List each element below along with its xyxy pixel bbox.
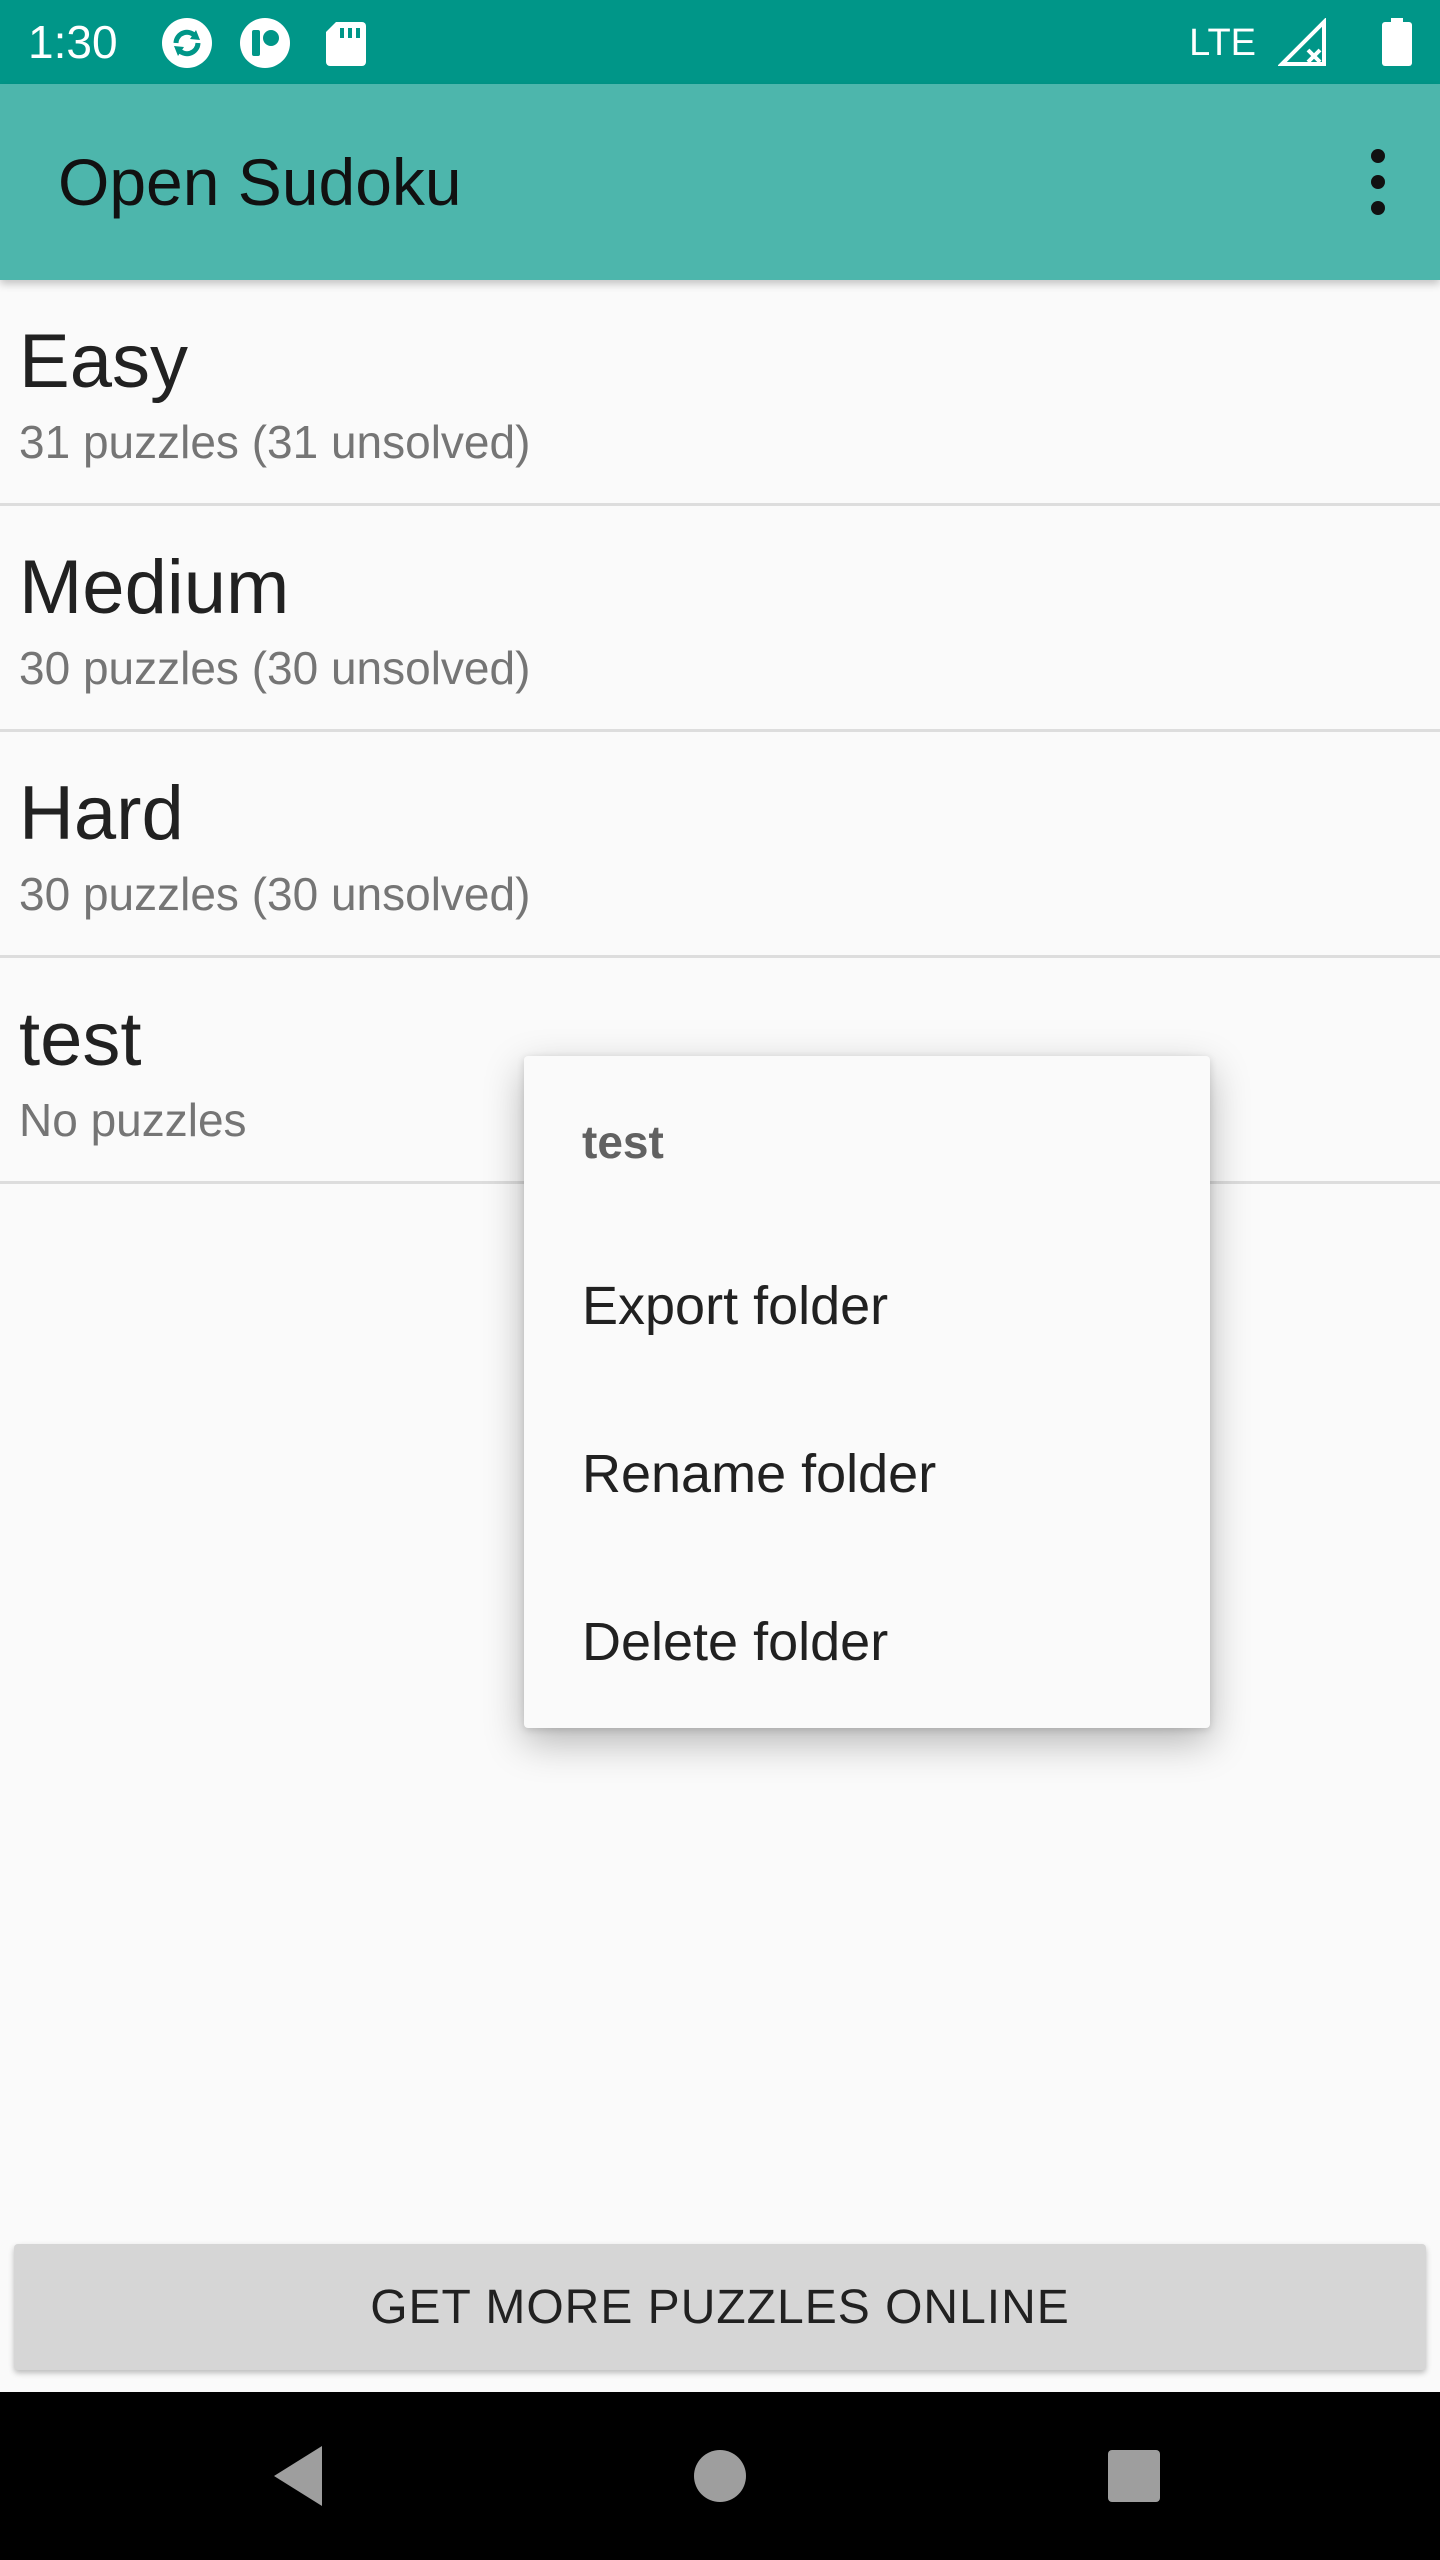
app-notification-icon	[240, 18, 290, 68]
recents-icon[interactable]	[1094, 2436, 1174, 2516]
sync-icon	[162, 18, 212, 68]
folder-name: test	[19, 997, 142, 1082]
folder-item-hard[interactable]: Hard 30 puzzles (30 unsolved)	[0, 732, 1440, 958]
more-vert-icon[interactable]	[1346, 146, 1410, 218]
folder-item-easy[interactable]: Easy 31 puzzles (31 unsolved)	[0, 280, 1440, 506]
delete-folder-menu-item[interactable]: Delete folder	[524, 1560, 1210, 1728]
folder-info: 31 puzzles (31 unsolved)	[19, 416, 531, 468]
folder-name: Medium	[19, 545, 290, 630]
export-folder-menu-item[interactable]: Export folder	[524, 1224, 1210, 1392]
app-bar: Open Sudoku	[0, 84, 1440, 280]
navigation-bar	[0, 2392, 1440, 2560]
menu-item-label: Rename folder	[582, 1444, 937, 1504]
folder-info: 30 puzzles (30 unsolved)	[19, 868, 531, 920]
home-icon[interactable]	[680, 2436, 760, 2516]
network-type: LTE	[1189, 22, 1256, 64]
folder-list: Easy 31 puzzles (31 unsolved) Medium 30 …	[0, 280, 1440, 1184]
rename-folder-menu-item[interactable]: Rename folder	[524, 1392, 1210, 1560]
folder-name: Easy	[19, 319, 188, 404]
page-title: Open Sudoku	[58, 145, 462, 219]
status-time: 1:30	[28, 16, 118, 68]
status-bar: 1:30 LTE	[0, 0, 1440, 84]
folder-info: 30 puzzles (30 unsolved)	[19, 642, 531, 694]
menu-item-label: Export folder	[582, 1276, 889, 1336]
folder-name: Hard	[19, 771, 184, 856]
folder-info: No puzzles	[19, 1094, 247, 1146]
context-menu-title: test	[582, 1116, 664, 1168]
folder-item-medium[interactable]: Medium 30 puzzles (30 unsolved)	[0, 506, 1440, 732]
back-icon[interactable]	[260, 2436, 340, 2516]
get-more-puzzles-button[interactable]: GET MORE PUZZLES ONLINE	[14, 2244, 1426, 2370]
menu-item-label: Delete folder	[582, 1612, 889, 1672]
battery-icon	[1382, 18, 1412, 66]
sd-card-icon	[326, 22, 366, 66]
context-menu: test Export folder Rename folder Delete …	[524, 1056, 1210, 1728]
signal-icon	[1278, 18, 1326, 66]
